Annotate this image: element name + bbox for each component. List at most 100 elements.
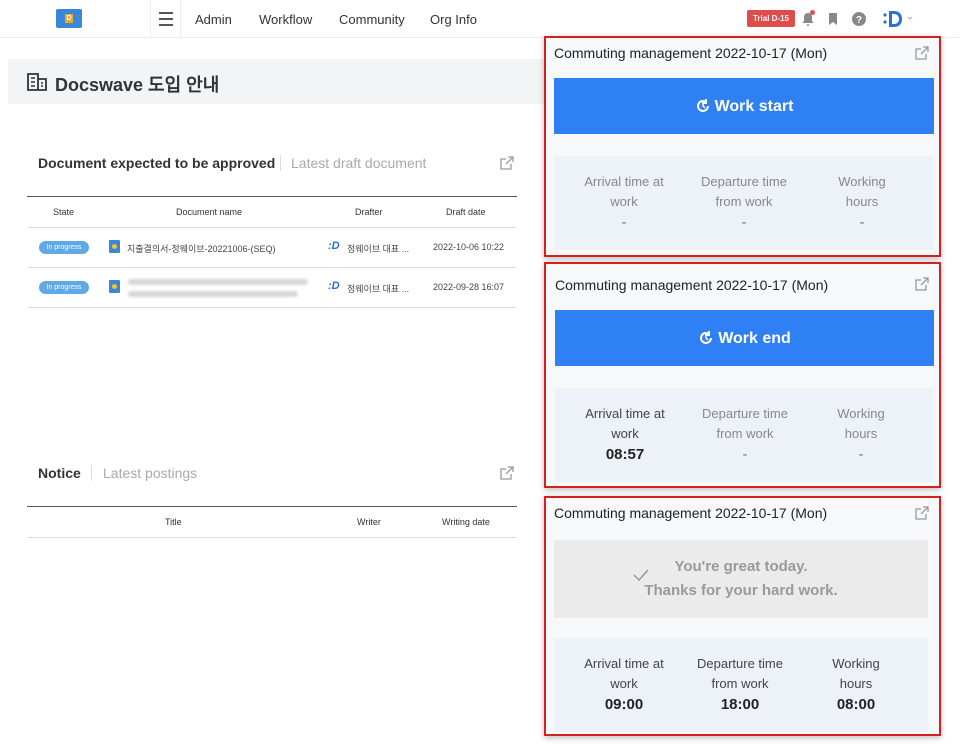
svg-text:?: ? (856, 15, 862, 26)
work-end-button[interactable]: Work end (555, 310, 934, 366)
page-title: Docswave 도입 안내 (55, 75, 220, 95)
hours-stat: Working hours - (801, 404, 921, 466)
nav-workflow[interactable]: Workflow (259, 12, 312, 27)
status-badge: In progress (39, 281, 89, 294)
divider (91, 465, 92, 481)
clock-refresh-icon (696, 99, 709, 112)
drafter-name: 정웨이브 대표 ... (347, 284, 410, 294)
status-badge: In progress (39, 241, 89, 254)
arrival-stat: Arrival time at work 08:57 (565, 404, 685, 466)
col-writing-date: Writing date (442, 517, 490, 527)
tab-latest-draft[interactable]: Latest draft document (291, 155, 426, 171)
document-icon (109, 240, 120, 253)
notification-dot (810, 10, 815, 15)
arrival-value: 08:57 (605, 446, 645, 463)
tab-notice[interactable]: Notice (38, 465, 81, 481)
commute-stats: Arrival time at work - Departure time fro… (554, 156, 934, 250)
arrival-label: Arrival time at work (584, 174, 664, 209)
hours-value: - (858, 446, 864, 463)
hours-stat: Working hours - (802, 172, 922, 234)
card-title: Commuting management 2022-10-17 (Mon) (554, 45, 828, 61)
divider (280, 155, 281, 171)
card-title: Commuting management 2022-10-17 (Mon) (554, 505, 828, 521)
table-top-border (27, 506, 517, 507)
nav-admin[interactable]: Admin (195, 12, 232, 27)
arrival-label: Arrival time at work (585, 406, 665, 441)
work-end-label: Work end (718, 330, 791, 347)
row-divider (27, 227, 517, 228)
done-line-1: You're great today. (674, 558, 808, 575)
page-title-bar: Docswave 도입 안내 (8, 59, 548, 104)
work-start-button[interactable]: Work start (554, 78, 934, 134)
col-draft-date: Draft date (446, 207, 486, 217)
hours-label: Working hours (838, 174, 886, 209)
arrival-stat: Arrival time at work - (564, 172, 684, 234)
nav-org-info[interactable]: Org Info (430, 12, 477, 27)
hours-label: Working hours (832, 656, 880, 691)
top-bar: D Admin Workflow Community Org Info Tria… (0, 0, 960, 38)
commute-card-end: Commuting management 2022-10-17 (Mon) Wo… (544, 262, 941, 488)
col-state: State (53, 207, 75, 217)
col-document-name: Document name (176, 207, 243, 217)
divider (150, 0, 151, 38)
draft-date: 2022-10-06 10:22 (433, 242, 505, 252)
row-divider (27, 307, 517, 308)
divider (180, 0, 181, 38)
departure-label: Departure time from work (697, 656, 783, 691)
departure-value: 18:00 (720, 696, 760, 713)
brand-icon[interactable] (882, 8, 916, 30)
check-icon (633, 569, 649, 582)
external-link-icon[interactable] (915, 506, 929, 520)
hours-stat: Working hours 08:00 (796, 654, 916, 716)
card-title: Commuting management 2022-10-17 (Mon) (555, 277, 829, 293)
col-drafter: Drafter (355, 207, 383, 217)
bookmark-icon[interactable] (825, 11, 841, 27)
done-line-2: Thanks for your hard work. (644, 582, 838, 599)
table-top-border (27, 196, 517, 197)
drafter-name: 정웨이브 대표 ... (347, 244, 410, 254)
external-link-icon[interactable] (915, 277, 929, 291)
commute-stats: Arrival time at work 09:00 Departure time… (554, 638, 928, 732)
blurred-document-name[interactable] (128, 279, 308, 285)
external-link-icon[interactable] (915, 46, 929, 60)
trial-badge[interactable]: Trial D-15 (747, 10, 795, 27)
hours-label: Working hours (837, 406, 885, 441)
arrival-label: Arrival time at work (584, 656, 664, 691)
help-icon[interactable]: ? (851, 11, 867, 27)
nav-community[interactable]: Community (339, 12, 405, 27)
departure-stat: Departure time from work - (685, 404, 805, 466)
draft-date: 2022-09-28 16:07 (433, 282, 505, 292)
building-icon (27, 73, 47, 91)
work-start-label: Work start (714, 98, 794, 115)
arrival-value: 09:00 (604, 696, 644, 713)
hours-value: 08:00 (836, 696, 876, 713)
hours-value: - (859, 214, 865, 231)
drafter-avatar: :D (328, 240, 340, 252)
tab-expected-approval[interactable]: Document expected to be approved (38, 155, 275, 171)
tab-latest-postings[interactable]: Latest postings (103, 465, 197, 481)
external-link-icon[interactable] (500, 156, 514, 170)
col-writer: Writer (357, 517, 381, 527)
arrival-stat: Arrival time at work 09:00 (564, 654, 684, 716)
col-title: Title (165, 517, 182, 527)
commute-card-done: Commuting management 2022-10-17 (Mon) Yo… (544, 496, 941, 736)
departure-label: Departure time from work (702, 406, 788, 441)
menu-icon[interactable] (159, 12, 173, 26)
departure-value: - (741, 214, 747, 231)
departure-value: - (742, 446, 748, 463)
row-divider (27, 537, 517, 538)
row-divider (27, 267, 517, 268)
app-logo[interactable]: D (56, 9, 82, 28)
commute-card-start: Commuting management 2022-10-17 (Mon) Wo… (544, 36, 941, 257)
arrival-value: - (621, 214, 627, 231)
commute-stats: Arrival time at work 08:57 Departure time… (555, 388, 934, 482)
departure-stat: Departure time from work 18:00 (680, 654, 800, 716)
external-link-icon[interactable] (500, 466, 514, 480)
document-name[interactable]: 지출결의서-정웨이브-20221006-(SEQ) (127, 242, 276, 255)
clock-refresh-icon (700, 331, 713, 344)
departure-stat: Departure time from work - (684, 172, 804, 234)
document-icon (109, 280, 120, 293)
departure-label: Departure time from work (701, 174, 787, 209)
blurred-document-name (128, 291, 298, 297)
drafter-avatar: :D (328, 280, 340, 292)
